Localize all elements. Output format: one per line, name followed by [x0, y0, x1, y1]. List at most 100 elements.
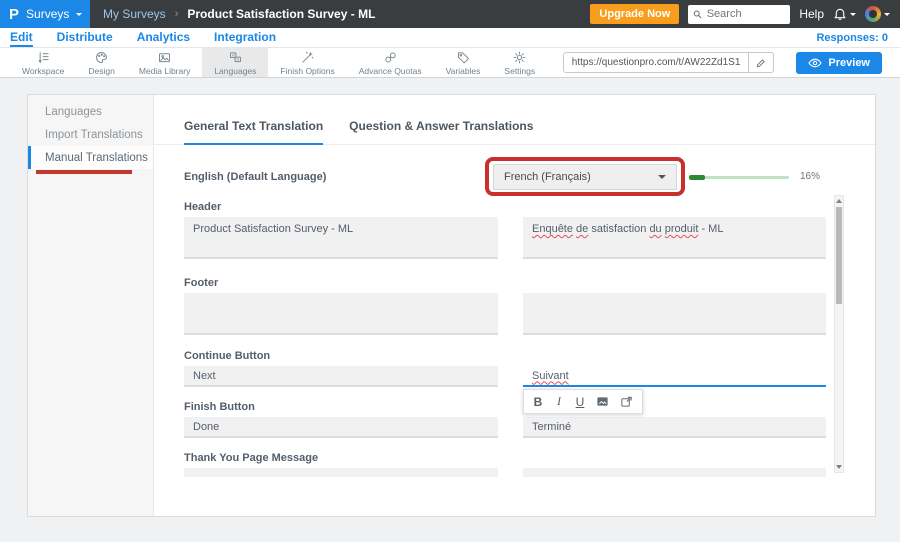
- translation-progress-bar: [689, 176, 789, 179]
- breadcrumb: My Surveys › Product Satisfaction Survey…: [103, 7, 375, 21]
- preview-button[interactable]: Preview: [796, 52, 882, 74]
- survey-toolbar: Workspace Design Media Library RA Langua…: [0, 48, 900, 78]
- notifications-menu[interactable]: [833, 7, 856, 21]
- target-language-value: French (Français): [504, 171, 591, 183]
- toolbar-item-settings[interactable]: Settings: [492, 48, 547, 77]
- translation-textarea[interactable]: [523, 293, 826, 335]
- field-row-thank-you-page: Thank You Page Message: [184, 452, 875, 477]
- pencil-icon: [755, 57, 767, 69]
- product-switcher[interactable]: P Surveys: [0, 0, 90, 28]
- toolbar-right-group: https://questionpro.com/t/AW22Zd1S1 Prev…: [563, 48, 900, 77]
- toolbar-item-media-library[interactable]: Media Library: [127, 48, 203, 77]
- chevron-down-icon: [658, 175, 666, 179]
- toolbar-item-workspace[interactable]: Workspace: [10, 48, 76, 77]
- survey-url-box: https://questionpro.com/t/AW22Zd1S1: [563, 52, 775, 73]
- menu-item-analytics[interactable]: Analytics: [137, 28, 190, 47]
- eye-icon: [808, 57, 822, 69]
- chevron-down-icon: [884, 13, 890, 16]
- tab-general-text-translation[interactable]: General Text Translation: [184, 119, 323, 145]
- field-label: Continue Button: [184, 350, 875, 363]
- global-search[interactable]: [688, 5, 790, 24]
- translation-fields: Header Product Satisfaction Survey - ML …: [154, 201, 875, 477]
- translation-textarea[interactable]: [523, 468, 826, 477]
- translations-panel: Languages Import Translations Manual Tra…: [27, 94, 876, 517]
- chevron-down-icon: [76, 13, 82, 16]
- translation-progress-value: 16%: [800, 171, 820, 182]
- image-icon: [596, 395, 609, 408]
- target-language-select[interactable]: French (Français): [493, 164, 677, 190]
- insert-image-button[interactable]: [596, 395, 609, 408]
- bold-button[interactable]: B: [533, 395, 543, 409]
- chevron-down-icon: [850, 13, 856, 16]
- language-row: English (Default Language) French (Franç…: [154, 159, 875, 195]
- sidebar-item-manual-translations[interactable]: Manual Translations: [28, 146, 153, 169]
- source-textarea[interactable]: [184, 468, 498, 477]
- triangle-down-icon: [836, 465, 842, 469]
- source-input[interactable]: Next: [184, 366, 498, 387]
- search-input[interactable]: [707, 8, 786, 20]
- source-textarea[interactable]: Product Satisfaction Survey - ML: [184, 217, 498, 259]
- topbar-right-group: Upgrade Now Help: [590, 4, 900, 24]
- toolbar-item-variables[interactable]: Variables: [434, 48, 493, 77]
- text-format-toolbar: B I U: [523, 389, 643, 414]
- svg-text:R: R: [232, 53, 235, 57]
- avatar: [865, 6, 881, 22]
- menu-item-integration[interactable]: Integration: [214, 28, 276, 47]
- field-label: Header: [184, 201, 875, 214]
- field-label: Thank You Page Message: [184, 452, 875, 465]
- upgrade-now-button[interactable]: Upgrade Now: [590, 4, 679, 24]
- top-bar: P Surveys My Surveys › Product Satisfact…: [0, 0, 900, 28]
- workspace-icon: [36, 50, 51, 65]
- toolbar-item-advance-quotas[interactable]: Advance Quotas: [347, 48, 434, 77]
- survey-url[interactable]: https://questionpro.com/t/AW22Zd1S1: [564, 57, 749, 68]
- vertical-scrollbar[interactable]: [834, 195, 844, 473]
- scrollbar-thumb[interactable]: [836, 207, 842, 304]
- source-input[interactable]: Done: [184, 417, 498, 438]
- translation-tabs: General Text Translation Question & Answ…: [154, 95, 875, 145]
- sidebar-item-import-translations[interactable]: Import Translations: [28, 123, 153, 146]
- field-row-header: Header Product Satisfaction Survey - ML …: [184, 201, 875, 259]
- media-library-icon: [157, 50, 172, 65]
- menu-item-distribute[interactable]: Distribute: [57, 28, 113, 47]
- field-label: Footer: [184, 277, 875, 290]
- toolbar-item-finish-options[interactable]: Finish Options: [268, 48, 346, 77]
- tab-question-answer-translations[interactable]: Question & Answer Translations: [349, 119, 533, 145]
- field-row-footer: Footer: [184, 277, 875, 335]
- variables-icon: [456, 50, 471, 65]
- toolbar-item-languages[interactable]: RA Languages: [202, 48, 268, 77]
- source-language-label: English (Default Language): [184, 171, 326, 183]
- main-menu-bar: Edit Distribute Analytics Integration Re…: [0, 28, 900, 48]
- toolbar-item-design[interactable]: Design: [76, 48, 126, 77]
- source-textarea[interactable]: [184, 293, 498, 335]
- product-menu-label: Surveys: [26, 7, 69, 21]
- scroll-down-button[interactable]: [835, 462, 843, 472]
- sidebar-item-languages[interactable]: Languages: [28, 100, 153, 123]
- field-row-continue-button: Continue Button Next Suivant B I U: [184, 350, 875, 387]
- languages-icon: RA: [228, 50, 243, 65]
- underline-button[interactable]: U: [575, 395, 585, 409]
- responses-count[interactable]: Responses: 0: [816, 32, 888, 44]
- questionpro-logo: P: [9, 6, 19, 23]
- translation-textarea[interactable]: Enquête de satisfaction du produit - ML: [523, 217, 826, 259]
- italic-button[interactable]: I: [554, 394, 564, 409]
- translation-input[interactable]: Terminé: [523, 417, 826, 438]
- translations-sidebar: Languages Import Translations Manual Tra…: [28, 95, 154, 516]
- bell-icon: [833, 7, 847, 21]
- advance-quotas-icon: [383, 50, 398, 65]
- translation-input-focused[interactable]: Suivant: [523, 366, 826, 387]
- help-link[interactable]: Help: [799, 7, 824, 21]
- settings-icon: [512, 50, 527, 65]
- scroll-up-button[interactable]: [835, 196, 843, 206]
- breadcrumb-my-surveys[interactable]: My Surveys: [103, 7, 166, 21]
- account-menu[interactable]: [865, 6, 890, 22]
- edit-url-button[interactable]: [748, 53, 773, 72]
- menu-item-edit[interactable]: Edit: [10, 28, 33, 47]
- translations-content: General Text Translation Question & Answ…: [154, 95, 875, 516]
- triangle-up-icon: [836, 199, 842, 203]
- svg-text:A: A: [237, 57, 240, 61]
- search-icon: [693, 9, 702, 20]
- breadcrumb-separator: ›: [175, 8, 179, 20]
- breadcrumb-survey-title: Product Satisfaction Survey - ML: [187, 7, 375, 21]
- insert-link-button[interactable]: [620, 395, 633, 408]
- annotation-underline: [36, 170, 132, 174]
